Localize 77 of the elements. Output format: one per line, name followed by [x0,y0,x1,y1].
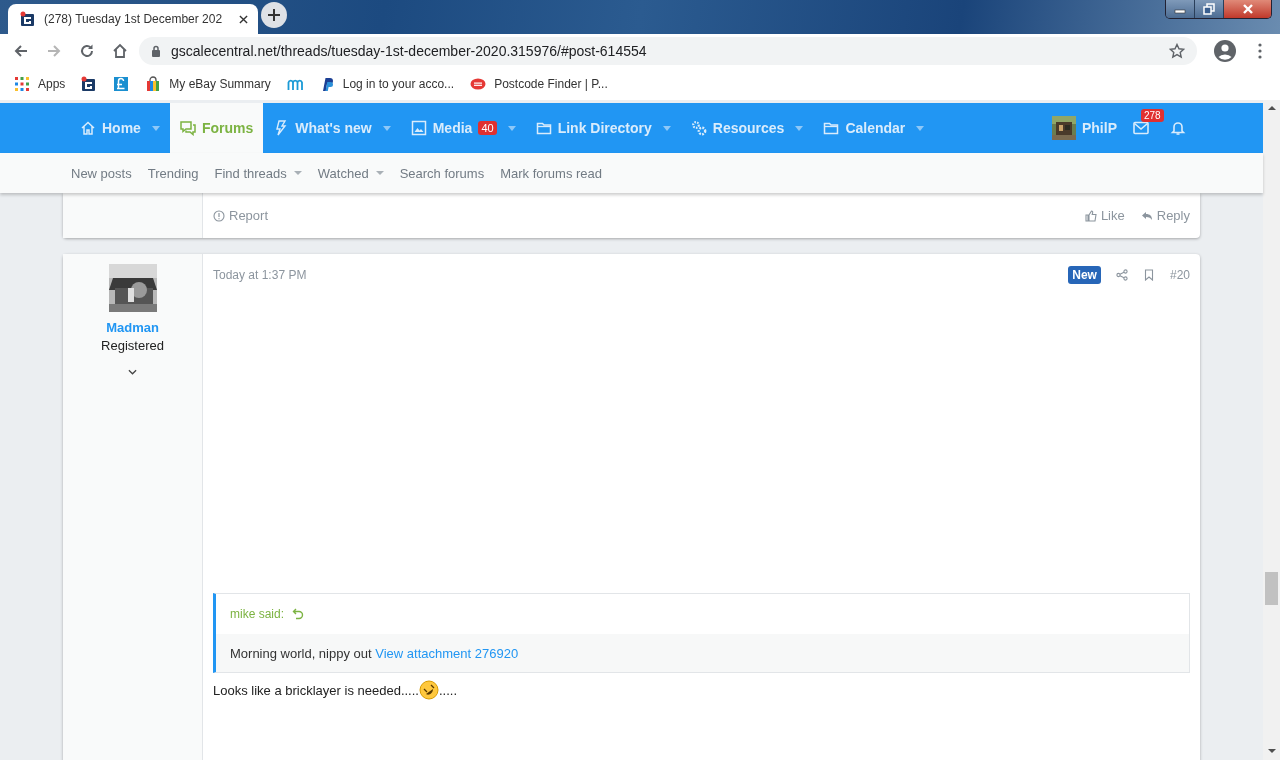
user-link[interactable]: PhilP [1052,116,1117,140]
image-icon [410,120,427,136]
sub-nav-link[interactable]: Trending [147,165,199,181]
bookmark[interactable]: Apps [14,76,66,92]
scrollbar[interactable] [1263,100,1280,760]
bookmark[interactable]: My eBay Summary [145,76,271,92]
folder-icon [535,120,552,136]
reply-link[interactable]: Reply [1140,208,1190,223]
sub-nav-link[interactable]: Mark forums read [500,165,603,181]
envelope-icon[interactable] [1133,120,1149,136]
new-tab-button[interactable] [261,2,287,28]
message-count: 278 [1141,109,1164,122]
bookmark-icon[interactable] [1142,269,1155,281]
nav-tab[interactable]: What's new [273,120,372,136]
nav-tab[interactable]: Link Directory [535,120,652,136]
report-link[interactable]: Report [213,208,269,223]
minimize-button[interactable] [1166,0,1195,18]
count-badge: 40 [478,121,497,135]
restore-icon [1203,3,1215,15]
nav-tab[interactable]: Calendar [823,120,906,136]
profile-icon[interactable] [1214,40,1236,62]
share-icon[interactable] [1115,269,1128,281]
thumbs-up-icon [1084,209,1097,222]
info-icon [213,209,225,222]
shopping-bag-icon [145,76,162,92]
reload-icon[interactable] [79,43,95,59]
bookmark[interactable]: Postcode Finder | P... [470,76,608,92]
close-icon [1241,4,1254,14]
address-bar[interactable]: gscalecentral.net/threads/tuesday-1st-december-2020.315976/#post-614554 [139,37,1197,65]
home-icon[interactable] [112,43,128,59]
folder-icon [823,120,840,136]
nav-tab[interactable]: Resources [690,120,785,136]
bookmark[interactable]: Log in to your acco... [318,76,455,92]
post-text: ..... [438,682,457,698]
bell-icon[interactable] [1170,120,1186,136]
tab-title: (278) Tuesday 1st December 202 [44,12,224,26]
like-link[interactable]: Like [1084,208,1125,223]
author-name[interactable]: Madman [106,320,159,335]
sub-nav-link[interactable]: New posts [71,165,132,181]
post-text: Looks like a bricklayer is needed..... [213,682,419,698]
sub-nav-link[interactable]: Watched [317,165,369,181]
user-title: Registered [101,338,164,353]
browser-tab[interactable]: (278) Tuesday 1st December 202 [8,4,258,34]
home-icon [80,120,96,136]
nav-tab[interactable]: Home [80,120,141,136]
post-office-icon [470,76,487,92]
close-icon[interactable] [239,14,248,24]
plus-icon [268,9,280,21]
gears-icon [690,120,707,136]
caret-icon[interactable] [375,171,384,175]
sub-nav-link[interactable]: Find threads [214,165,287,181]
restore-button[interactable] [1195,0,1224,18]
new-label: New [1068,266,1101,284]
chat-bubbles-icon [179,120,196,136]
url-text: gscalecentral.net/threads/tuesday-1st-december-2020.315976/#post-614554 [171,43,647,59]
menu-icon[interactable] [1258,43,1262,59]
lock-icon [151,45,161,57]
post-number[interactable]: #20 [1169,268,1190,282]
post-date[interactable]: Today at 1:37 PM [213,268,307,282]
apps-grid-icon [14,76,30,92]
reply-arrow-icon [1140,209,1153,222]
attachment-link[interactable]: View attachment 276920 [375,645,519,661]
close-button[interactable] [1224,0,1271,18]
back-icon[interactable] [13,43,29,59]
quote-author[interactable]: mike said: [230,607,285,621]
forward-icon[interactable] [46,43,62,59]
bookmark-star-icon[interactable] [1169,43,1185,59]
quote-text: Morning world, nippy out View attachment 276920 [230,645,519,661]
pound-icon[interactable] [113,76,130,92]
nav-tab[interactable]: Media 40 [410,120,497,136]
return-arrow-icon[interactable] [292,608,305,620]
caret-icon[interactable] [293,171,302,175]
site-icon[interactable] [81,76,98,92]
chevron-down-icon[interactable] [128,369,137,375]
site-icon [20,11,36,27]
laughing-emoji-icon [418,680,439,700]
sub-nav-link[interactable]: Search forums [399,165,485,181]
